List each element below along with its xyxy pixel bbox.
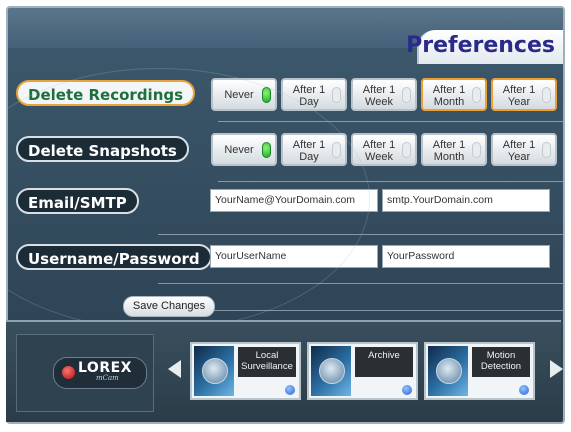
option-label: After 1 <box>292 84 326 96</box>
logo-panel: LOREX mCam <box>16 334 154 412</box>
led-off-icon <box>402 87 411 103</box>
delete-snapshots-after-1-month-button[interactable]: After 1 Month <box>421 133 487 166</box>
divider <box>218 121 563 122</box>
led-off-icon <box>472 87 481 103</box>
username-field[interactable]: YourUserName <box>210 245 378 268</box>
go-icon <box>285 385 295 395</box>
delete-snapshots-never-button[interactable]: Never <box>211 133 277 166</box>
led-on-icon <box>262 87 271 103</box>
delete-recordings-after-1-day-button[interactable]: After 1 Day <box>281 78 347 111</box>
password-field[interactable]: YourPassword <box>382 245 550 268</box>
delete-snapshots-after-1-day-button[interactable]: After 1 Day <box>281 133 347 166</box>
delete-snapshots-after-1-week-button[interactable]: After 1 Week <box>351 133 417 166</box>
running-person-icon <box>428 346 468 396</box>
option-label: After 1 <box>432 139 466 151</box>
delete-recordings-label: Delete Recordings <box>16 80 196 106</box>
option-label: After 1 <box>292 139 326 151</box>
option-label: Month <box>433 151 465 163</box>
delete-recordings-after-1-week-button[interactable]: After 1 Week <box>351 78 417 111</box>
nav-right-arrow-icon[interactable] <box>550 360 563 378</box>
bottom-navigation: LOREX mCam Local Surveillance Archive Mo… <box>6 320 563 422</box>
led-off-icon <box>542 87 551 103</box>
delete-snapshots-label: Delete Snapshots <box>16 136 189 162</box>
tile-caption: Local Surveillance <box>238 347 296 377</box>
go-icon <box>402 385 412 395</box>
delete-recordings-after-1-year-button[interactable]: After 1 Year <box>491 78 557 111</box>
option-label: Year <box>507 96 531 108</box>
led-on-icon <box>262 142 271 158</box>
smtp-server-field[interactable]: smtp.YourDomain.com <box>382 189 550 212</box>
email-address-field[interactable]: YourName@YourDomain.com <box>210 189 378 212</box>
logo-dot-icon <box>62 366 75 379</box>
camera-dome-icon <box>194 346 234 396</box>
option-label: After 1 <box>362 84 396 96</box>
username-password-label: Username/Password <box>16 244 212 270</box>
delete-snapshots-after-1-year-button[interactable]: After 1 Year <box>491 133 557 166</box>
divider <box>158 234 563 235</box>
nav-tile-local-surveillance[interactable]: Local Surveillance <box>190 342 301 400</box>
lorex-logo: LOREX mCam <box>53 357 147 389</box>
go-icon <box>519 385 529 395</box>
tile-caption: Motion Detection <box>472 347 530 377</box>
logo-subtitle: mCam <box>96 374 119 382</box>
option-label: Never <box>224 89 254 101</box>
led-off-icon <box>332 87 341 103</box>
delete-recordings-never-button[interactable]: Never <box>211 78 277 111</box>
film-reel-icon <box>311 346 351 396</box>
title-tab: Preferences <box>406 30 563 64</box>
led-off-icon <box>332 142 341 158</box>
option-label: Year <box>507 151 531 163</box>
nav-left-arrow-icon[interactable] <box>168 360 181 378</box>
save-changes-button[interactable]: Save Changes <box>123 296 215 317</box>
option-label: Day <box>299 96 319 108</box>
option-label: After 1 <box>502 139 536 151</box>
option-label: Never <box>224 144 254 156</box>
option-label: After 1 <box>502 84 536 96</box>
led-off-icon <box>542 142 551 158</box>
delete-recordings-after-1-month-button[interactable]: After 1 Month <box>421 78 487 111</box>
option-label: Week <box>365 96 393 108</box>
nav-tile-archive[interactable]: Archive <box>307 342 418 400</box>
led-off-icon <box>402 142 411 158</box>
divider <box>158 283 563 284</box>
page-title: Preferences <box>406 33 555 58</box>
option-label: After 1 <box>362 139 396 151</box>
divider <box>158 310 563 311</box>
option-label: Week <box>365 151 393 163</box>
option-label: After 1 <box>432 84 466 96</box>
option-label: Day <box>299 151 319 163</box>
tile-caption: Archive <box>355 347 413 377</box>
divider <box>218 181 563 182</box>
nav-tile-motion-detection[interactable]: Motion Detection <box>424 342 535 400</box>
led-off-icon <box>472 142 481 158</box>
option-label: Month <box>433 96 465 108</box>
email-smtp-label: Email/SMTP <box>16 188 139 214</box>
